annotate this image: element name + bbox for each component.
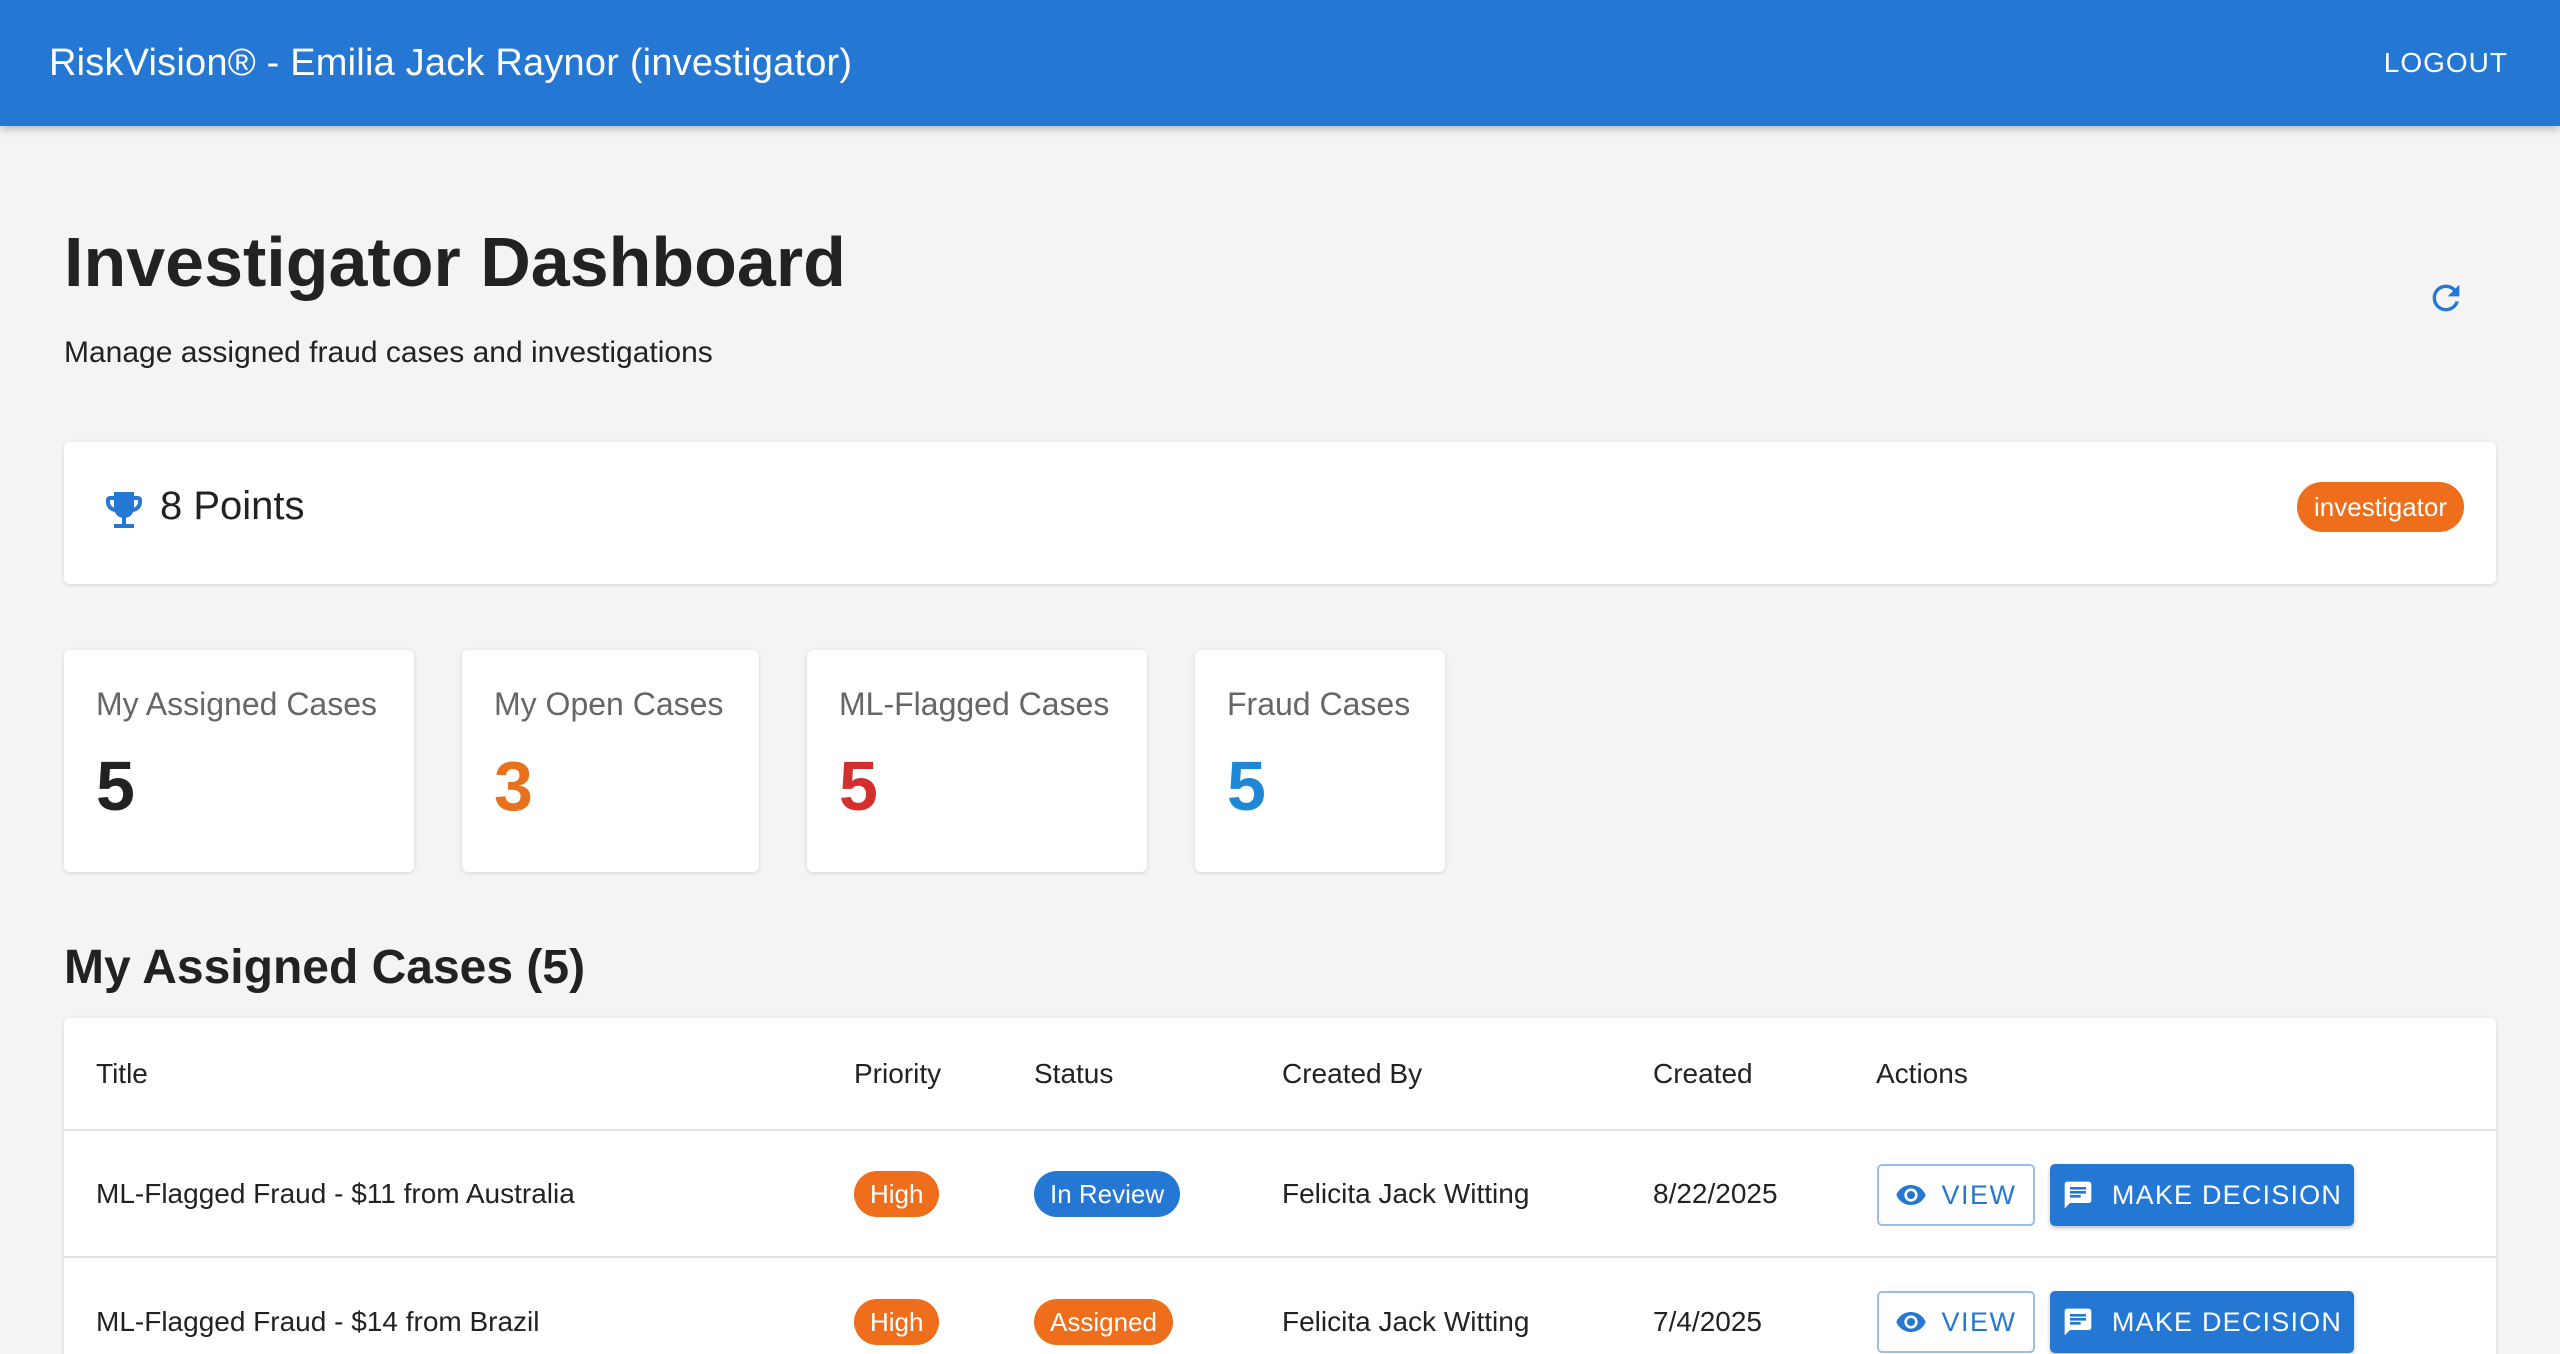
stat-card-ml-flagged: ML-Flagged Cases 5 (807, 650, 1147, 872)
created-date: 7/4/2025 (1653, 1306, 1762, 1337)
column-header-status: Status (1034, 1058, 1114, 1089)
make-decision-button[interactable]: MAKE DECISION (2050, 1164, 2354, 1226)
priority-chip: High (854, 1171, 940, 1217)
cases-table: Title Priority Status Created By Created… (64, 1018, 2496, 1354)
stat-card-assigned: My Assigned Cases 5 (64, 650, 414, 872)
make-decision-label: MAKE DECISION (2111, 1306, 2343, 1337)
column-header-created-by: Created By (1282, 1058, 1423, 1089)
logout-button[interactable]: LOGOUT (2384, 37, 2508, 89)
trophy-icon (106, 492, 142, 528)
row-divider (64, 1129, 2496, 1131)
page-title: Investigator Dashboard (64, 223, 846, 301)
refresh-icon (2432, 284, 2460, 312)
status-chip: In Review (1034, 1171, 1181, 1217)
stat-card-fraud: Fraud Cases 5 (1195, 650, 1445, 872)
case-title: ML-Flagged Fraud - $14 from Brazil (96, 1306, 540, 1337)
column-header-priority: Priority (854, 1058, 942, 1089)
stat-card-open: My Open Cases 3 (462, 650, 759, 872)
view-button[interactable]: VIEW (1877, 1164, 2035, 1226)
created-date: 8/22/2025 (1653, 1178, 1778, 1209)
stat-label: ML-Flagged Cases (839, 686, 1110, 722)
case-title: ML-Flagged Fraud - $11 from Australia (96, 1178, 575, 1209)
stat-label: Fraud Cases (1227, 686, 1411, 722)
comment-icon (2064, 1308, 2092, 1336)
stat-label: My Open Cases (494, 686, 724, 722)
app-title: RiskVision® - Emilia Jack Raynor (invest… (49, 41, 853, 84)
view-button-label: VIEW (1941, 1179, 2017, 1210)
column-header-actions: Actions (1876, 1058, 1968, 1089)
make-decision-button[interactable]: MAKE DECISION (2050, 1291, 2354, 1353)
eye-icon (1896, 1312, 1927, 1332)
app-bar: RiskVision® - Emilia Jack Raynor (invest… (0, 0, 2560, 126)
status-chip: Assigned (1034, 1299, 1173, 1345)
created-by: Felicita Jack Witting (1282, 1178, 1530, 1209)
stat-value: 5 (96, 747, 135, 825)
priority-chip: High (854, 1299, 940, 1345)
stat-value: 3 (494, 747, 533, 825)
page-subtitle: Manage assigned fraud cases and investig… (64, 336, 713, 369)
refresh-button[interactable] (2418, 270, 2474, 326)
points-card: 8 Points investigator (64, 442, 2496, 584)
created-by: Felicita Jack Witting (1282, 1306, 1530, 1337)
make-decision-label: MAKE DECISION (2111, 1179, 2343, 1210)
section-title: My Assigned Cases (5) (64, 941, 586, 994)
role-chip: investigator (2297, 482, 2464, 532)
points-text: 8 Points (160, 484, 305, 528)
column-header-title: Title (96, 1058, 148, 1089)
view-button[interactable]: VIEW (1877, 1291, 2035, 1353)
eye-icon (1896, 1185, 1927, 1205)
column-header-created: Created (1653, 1058, 1753, 1089)
stat-label: My Assigned Cases (96, 686, 378, 722)
stat-value: 5 (1227, 747, 1266, 825)
stat-value: 5 (839, 747, 878, 825)
row-divider (64, 1256, 2496, 1258)
view-button-label: VIEW (1941, 1306, 2017, 1337)
comment-icon (2064, 1181, 2092, 1209)
